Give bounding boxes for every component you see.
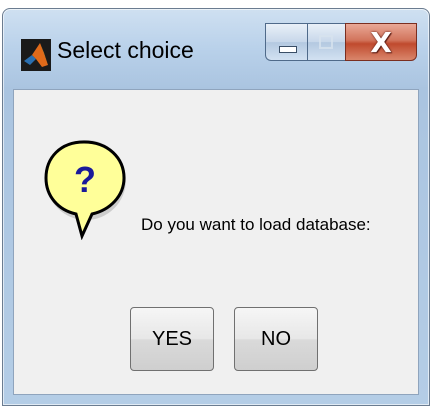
window-title: Select choice — [57, 37, 194, 63]
close-icon: X — [370, 26, 392, 59]
dialog-window: Select choice X ? Do you want to load da… — [2, 8, 430, 406]
matlab-logo-icon — [21, 39, 51, 71]
question-mark: ? — [74, 159, 96, 200]
dialog-body: ? Do you want to load database: YES NO — [13, 89, 419, 395]
question-icon: ? — [44, 140, 126, 240]
title-bar[interactable]: Select choice X — [3, 9, 429, 87]
maximize-button[interactable] — [307, 23, 345, 61]
minimize-icon — [279, 46, 297, 53]
no-button[interactable]: NO — [234, 307, 318, 371]
dialog-message: Do you want to load database: — [141, 215, 371, 234]
maximize-icon — [319, 35, 333, 49]
close-button[interactable]: X — [345, 23, 417, 61]
minimize-button[interactable] — [265, 23, 307, 61]
yes-button[interactable]: YES — [130, 307, 214, 371]
